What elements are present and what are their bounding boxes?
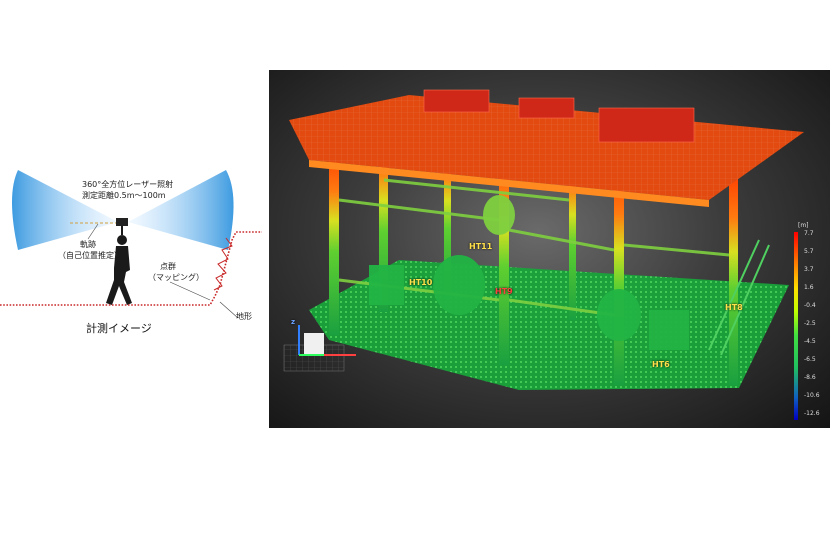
scale-unit: [m] [798, 222, 809, 229]
axis-z-label: z [291, 318, 296, 326]
laser-label-line1: 360°全方位レーザー照射 [82, 180, 174, 189]
measurement-illustration: 360°全方位レーザー照射 測定距離0.5m～100m 軌跡 （自己位置推定） … [0, 100, 268, 360]
scale-tick: -12.6 [804, 410, 820, 417]
terrain-label: 地形 [236, 312, 252, 321]
scale-tick: -0.4 [804, 302, 816, 309]
scale-tick: -2.5 [804, 320, 816, 327]
tag-ht9: HT9 [495, 287, 513, 296]
measurement-caption: 計測イメージ [86, 322, 152, 335]
scale-tick: 5.7 [804, 248, 814, 255]
elevation-color-scale: [m] 7.7 5.7 3.7 1.6 -0.4 -2.5 -4.5 -6.5 … [790, 220, 830, 420]
tag-ht11: HT11 [469, 242, 493, 251]
trajectory-label-line2: （自己位置推定） [58, 251, 122, 260]
scale-tick: -10.6 [804, 392, 820, 399]
pointcloud-label-line2: （マッピング） [148, 273, 204, 282]
scale-tick: 1.6 [804, 284, 814, 291]
scale-tick: 3.7 [804, 266, 814, 273]
scale-tick: -8.6 [804, 374, 816, 381]
scale-tick: 7.7 [804, 230, 814, 237]
walking-person-silhouette [106, 226, 132, 305]
scale-tick: -4.5 [804, 338, 816, 345]
tag-ht10: HT10 [409, 278, 433, 287]
pointcloud-scan-view: HT11 HT10 HT9 HT8 HT6 z [m] 7.7 5.7 3.7 … [269, 70, 830, 428]
tag-ht6: HT6 [652, 360, 670, 369]
scale-tick: -6.5 [804, 356, 816, 363]
pointcloud-label-line1: 点群 [160, 262, 176, 271]
laser-label-line2: 測定距離0.5m～100m [82, 191, 166, 200]
trajectory-label-line1: 軌跡 [80, 240, 96, 249]
scanner-device [116, 218, 128, 226]
pointcloud-structure [283, 89, 804, 390]
tag-ht8: HT8 [725, 303, 743, 312]
scale-gradient-bar [794, 232, 798, 420]
